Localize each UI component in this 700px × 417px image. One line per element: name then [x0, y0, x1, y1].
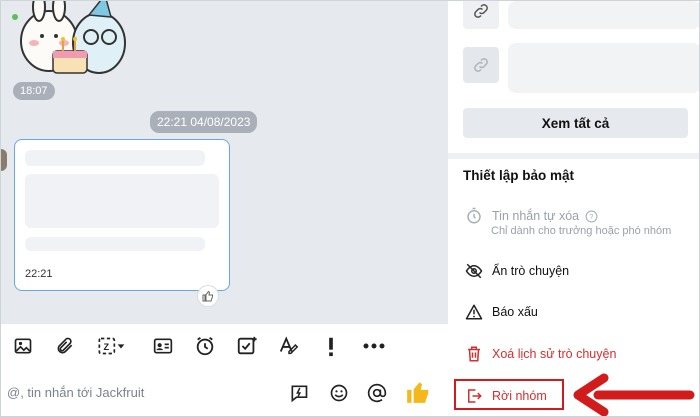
message-input-bar: @, tin nhắn tới Jackfruit — [1, 369, 448, 416]
link-icon — [463, 1, 499, 29]
screenshot-icon[interactable]: Z — [94, 334, 128, 358]
trash-icon — [463, 343, 485, 365]
leave-group-item[interactable]: Rời nhóm — [463, 385, 547, 407]
timer-icon — [463, 205, 485, 227]
chat-area: 18:07 22:21 04/08/2023 22:21 — [1, 1, 448, 323]
warning-icon — [463, 301, 485, 323]
contact-card-icon[interactable] — [151, 334, 175, 358]
blurred-text — [25, 237, 205, 251]
annotation-arrow-icon — [568, 373, 696, 416]
bubble-time: 22:21 — [25, 268, 53, 280]
group-info-panel: Xem tất cả Thiết lập bảo mật Tin nhắn tự… — [448, 1, 699, 416]
security-section-title: Thiết lập bảo mật — [463, 168, 575, 183]
shared-link-item[interactable] — [508, 43, 699, 93]
date-separator: 22:21 04/08/2023 — [150, 111, 258, 133]
thumbs-up-react-icon[interactable] — [197, 285, 219, 307]
self-delete-sub: Chỉ dành cho trưởng hoặc phó nhóm — [491, 225, 672, 237]
leave-group-label: Rời nhóm — [492, 389, 547, 403]
todo-icon[interactable] — [235, 334, 259, 358]
image-icon[interactable] — [11, 334, 35, 358]
blurred-text — [25, 150, 205, 166]
svg-text:Z: Z — [104, 342, 110, 352]
shared-link-item[interactable] — [508, 1, 699, 29]
emoji-icon[interactable] — [327, 381, 351, 405]
mention-icon[interactable] — [365, 381, 389, 405]
hide-chat-label: Ẩn trò chuyện — [492, 264, 570, 278]
reminder-clock-icon[interactable] — [193, 334, 217, 358]
thumbs-up-send-icon[interactable] — [404, 378, 432, 406]
svg-text:?: ? — [589, 214, 593, 221]
message-bubble[interactable]: 22:21 — [14, 139, 230, 291]
avatar[interactable] — [1, 149, 7, 171]
message-input[interactable]: @, tin nhắn tới Jackfruit — [7, 385, 144, 400]
blurred-text — [25, 174, 219, 228]
message-time-pill: 18:07 — [13, 82, 55, 100]
app-window: 18:07 22:21 04/08/2023 22:21 Z @, tin nh… — [0, 0, 700, 417]
help-icon[interactable]: ? — [585, 210, 598, 223]
quick-message-icon[interactable] — [287, 381, 311, 405]
birthday-sticker[interactable] — [9, 1, 129, 81]
report-item[interactable]: Báo xấu — [463, 301, 538, 323]
eye-off-icon — [463, 260, 485, 282]
text-format-icon[interactable] — [277, 334, 301, 358]
self-delete-messages-item[interactable]: Tin nhắn tự xóa ? — [463, 205, 598, 227]
delete-history-item[interactable]: Xoá lịch sử trò chuyện — [463, 343, 616, 365]
attachment-icon[interactable] — [53, 334, 77, 358]
important-icon[interactable] — [319, 334, 343, 358]
see-all-button[interactable]: Xem tất cả — [463, 108, 688, 138]
delete-history-label: Xoá lịch sử trò chuyện — [492, 347, 617, 361]
more-icon[interactable] — [362, 334, 386, 358]
exit-icon — [463, 385, 485, 407]
hide-chat-item[interactable]: Ẩn trò chuyện — [463, 260, 569, 282]
report-label: Báo xấu — [492, 305, 538, 319]
link-icon — [463, 47, 499, 83]
composer-toolbar: Z — [1, 323, 448, 370]
self-delete-label: Tin nhắn tự xóa — [492, 209, 580, 223]
